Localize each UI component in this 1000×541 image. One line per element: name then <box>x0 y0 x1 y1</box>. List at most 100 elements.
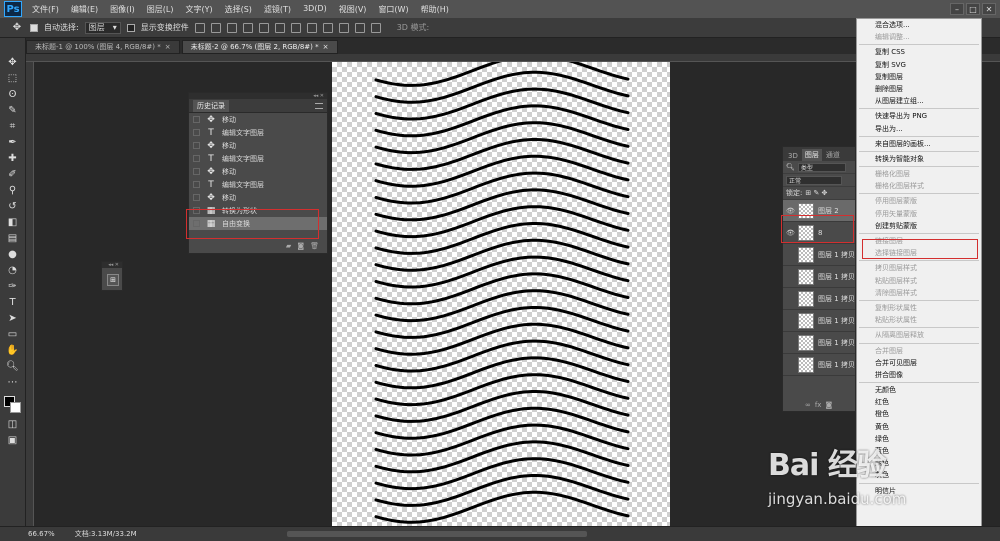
quick-mask-icon[interactable]: ◫ <box>6 418 20 430</box>
history-source-checkbox[interactable] <box>193 155 200 162</box>
menu-item[interactable]: 帮助(H) <box>415 4 455 15</box>
context-menu-item[interactable]: 创建剪贴蒙版 <box>857 220 981 232</box>
history-tab[interactable]: 历史记录 <box>193 99 229 112</box>
history-item[interactable]: T 编辑文字图层 <box>189 126 327 139</box>
lasso-icon[interactable]: ʘ <box>6 88 20 100</box>
history-source-checkbox[interactable] <box>193 194 200 201</box>
blur-icon[interactable]: ● <box>6 248 20 260</box>
move-icon[interactable]: ✥ <box>6 56 20 68</box>
tab-close-icon[interactable]: × <box>165 43 171 51</box>
history-source-checkbox[interactable] <box>193 116 200 123</box>
history-item[interactable]: T 编辑文字图层 <box>189 178 327 191</box>
context-menu-item[interactable]: 复制 SVG <box>857 59 981 71</box>
distribute-top-icon[interactable] <box>290 22 301 33</box>
show-transform-checkbox[interactable] <box>126 23 135 32</box>
history-source-checkbox[interactable] <box>193 181 200 188</box>
eyedropper-icon[interactable]: ✒ <box>6 136 20 148</box>
quick-select-icon[interactable]: ✎ <box>6 104 20 116</box>
fx-button[interactable]: fx <box>815 401 822 409</box>
color-swatches[interactable] <box>3 396 22 414</box>
type-icon[interactable]: T <box>6 296 20 308</box>
history-item[interactable]: T 编辑文字图层 <box>189 152 327 165</box>
mini-panel-controls[interactable]: ◂◂ ✕ <box>102 262 122 268</box>
history-item[interactable]: ✥ 移动 <box>189 113 327 126</box>
auto-select-dropdown[interactable]: 图层 ▾ <box>84 21 121 34</box>
context-menu-item[interactable]: 导出为... <box>857 123 981 135</box>
layer-row[interactable]: 图层 1 拷贝 <box>783 266 855 288</box>
dodge-icon[interactable]: ◔ <box>6 264 20 276</box>
gradient-icon[interactable]: ▤ <box>6 232 20 244</box>
distribute-hcenter-icon[interactable] <box>354 22 365 33</box>
context-menu-item[interactable]: 来自图层的画板... <box>857 138 981 150</box>
document-tab[interactable]: 未标题-2 @ 66.7% (图层 2, RGB/8#) * × <box>181 40 338 54</box>
context-menu-item[interactable]: 复制 CSS <box>857 46 981 58</box>
distribute-left-icon[interactable] <box>338 22 349 33</box>
layer-row[interactable]: 图层 1 拷贝 <box>783 310 855 332</box>
context-menu-item[interactable]: 快速导出为 PNG <box>857 110 981 122</box>
info-panel-icon[interactable]: ⊞ <box>107 274 119 286</box>
move-tool-icon[interactable]: ✥ <box>10 22 24 34</box>
snapshot-doc-icon[interactable]: ▰ <box>286 242 291 250</box>
hand-icon[interactable]: ✋ <box>6 344 20 356</box>
distribute-vcenter-icon[interactable] <box>306 22 317 33</box>
history-source-checkbox[interactable] <box>193 142 200 149</box>
horizontal-scrollbar[interactable] <box>286 531 587 537</box>
layer-row[interactable]: 图层 1 拷贝 <box>783 288 855 310</box>
menu-item[interactable]: 图像(I) <box>104 4 141 15</box>
visibility-eye-icon[interactable]: 👁︎ <box>786 207 795 215</box>
menu-item[interactable]: 编辑(E) <box>65 4 104 15</box>
mask-icon[interactable]: ◙ <box>825 401 832 409</box>
context-menu-item[interactable]: 从图层建立组... <box>857 95 981 107</box>
menu-item[interactable]: 选择(S) <box>219 4 258 15</box>
trash-icon[interactable]: 🗑︎ <box>310 242 319 250</box>
brush-icon[interactable]: ✐ <box>6 168 20 180</box>
history-source-checkbox[interactable] <box>193 168 200 175</box>
menu-item[interactable]: 图层(L) <box>141 4 180 15</box>
align-vcenter-icon[interactable] <box>210 22 221 33</box>
align-left-icon[interactable] <box>242 22 253 33</box>
zoom-icon[interactable]: 🔍︎ <box>6 360 20 372</box>
context-menu-item[interactable]: 合并可见图层 <box>857 357 981 369</box>
history-item[interactable]: ✥ 移动 <box>189 139 327 152</box>
healing-icon[interactable]: ✚ <box>6 152 20 164</box>
menu-item[interactable]: 文字(Y) <box>179 4 218 15</box>
layers-panel-tab[interactable]: 3D <box>785 151 801 161</box>
layer-row[interactable]: 图层 1 拷贝 <box>783 332 855 354</box>
marquee-icon[interactable]: ⬚ <box>6 72 20 84</box>
layer-row[interactable]: 图层 1 拷贝 <box>783 244 855 266</box>
layers-panel-tab[interactable]: 通道 <box>823 149 843 161</box>
document-tab[interactable]: 未标题-1 @ 100% (图层 4, RGB/8#) * × <box>26 40 180 54</box>
context-menu-item[interactable]: 红色 <box>857 396 981 408</box>
minimize-button[interactable]: – <box>950 3 964 15</box>
maximize-button[interactable]: □ <box>966 3 980 15</box>
context-menu-item[interactable]: 黄色 <box>857 421 981 433</box>
distribute-right-icon[interactable] <box>370 22 381 33</box>
menu-item[interactable]: 文件(F) <box>26 4 65 15</box>
context-menu-item[interactable]: 拼合图像 <box>857 369 981 381</box>
auto-select-checkbox[interactable] <box>30 23 38 32</box>
screen-mode-icon[interactable]: ▣ <box>6 434 20 446</box>
menu-item[interactable]: 3D(D) <box>297 4 333 15</box>
rectangle-icon[interactable]: ▭ <box>6 328 20 340</box>
context-menu-item[interactable]: 混合选项... <box>857 19 981 31</box>
background-color[interactable] <box>9 402 21 413</box>
camera-icon[interactable]: ◙ <box>297 242 304 250</box>
history-item[interactable]: ✥ 移动 <box>189 165 327 178</box>
align-right-icon[interactable] <box>274 22 285 33</box>
distribute-bottom-icon[interactable] <box>322 22 333 33</box>
menu-item[interactable]: 视图(V) <box>333 4 373 15</box>
path-select-icon[interactable]: ➤ <box>6 312 20 324</box>
tab-close-icon[interactable]: × <box>323 43 329 51</box>
link-icon[interactable]: ∞ <box>805 401 811 409</box>
blend-mode-dropdown[interactable]: 正常 <box>786 175 842 185</box>
layer-row[interactable]: 图层 1 拷贝 <box>783 354 855 376</box>
menu-item[interactable]: 滤镜(T) <box>258 4 297 15</box>
align-hcenter-icon[interactable] <box>258 22 269 33</box>
context-menu-item[interactable]: 删除图层 <box>857 83 981 95</box>
close-button[interactable]: ✕ <box>982 3 996 15</box>
layers-panel-tab[interactable]: 图层 <box>801 149 822 161</box>
history-item[interactable]: ✥ 移动 <box>189 191 327 204</box>
history-brush-icon[interactable]: ↺ <box>6 200 20 212</box>
more-tools-icon[interactable]: ⋯ <box>6 376 20 388</box>
lock-icons[interactable]: ⊞ ✎ ✥ <box>805 189 827 197</box>
